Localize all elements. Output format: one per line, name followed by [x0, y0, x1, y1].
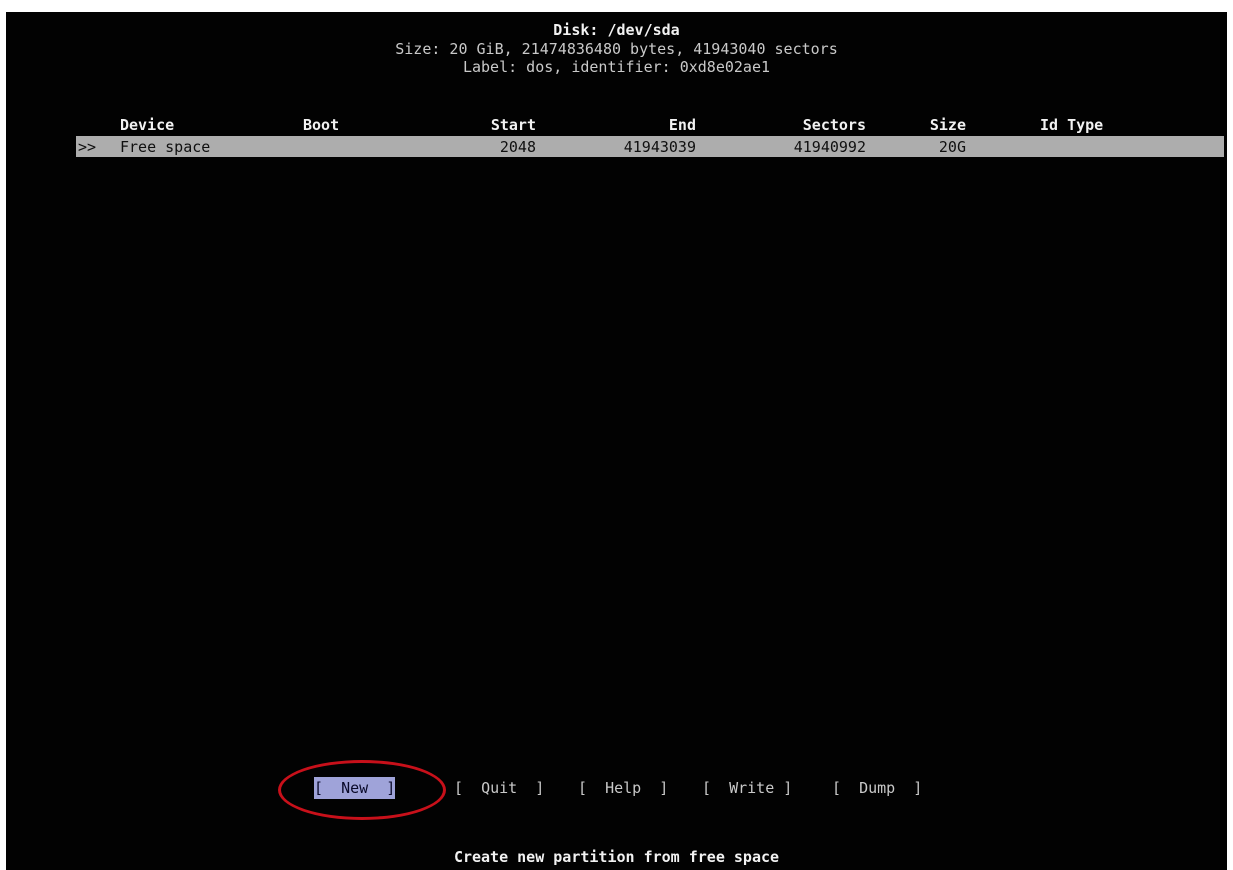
quit-button[interactable]: [ Quit ]	[454, 777, 544, 799]
table-row-selected[interactable]: >> Free space 2048 41943039 41940992 20G	[76, 136, 1224, 157]
row-size: 20G	[938, 138, 966, 156]
column-size: Size	[929, 116, 966, 134]
disk-title: Disk: /dev/sda	[553, 21, 680, 39]
column-boot: Boot	[303, 116, 340, 134]
write-button[interactable]: [ Write ]	[702, 777, 792, 799]
row-start: 2048	[499, 138, 536, 156]
help-button[interactable]: [ Help ]	[578, 777, 668, 799]
column-sectors: Sectors	[802, 116, 866, 134]
column-start: Start	[490, 116, 536, 134]
row-end: 41943039	[623, 138, 696, 156]
column-device: Device	[120, 116, 175, 134]
column-id-type: Id Type	[1040, 116, 1104, 134]
terminal-screen: Disk: /dev/sda Size: 20 GiB, 21474836480…	[6, 12, 1227, 870]
dump-button[interactable]: [ Dump ]	[832, 777, 922, 799]
column-end: End	[668, 116, 696, 134]
row-device: Free space	[120, 138, 211, 156]
disk-size-info: Size: 20 GiB, 21474836480 bytes, 4194304…	[395, 40, 838, 58]
selection-marker: >>	[78, 138, 97, 156]
status-hint: Create new partition from free space	[453, 848, 780, 866]
row-sectors: 41940992	[793, 138, 866, 156]
disk-label-info: Label: dos, identifier: 0xd8e02ae1	[462, 58, 771, 76]
new-button[interactable]: [ New ]	[314, 777, 396, 799]
